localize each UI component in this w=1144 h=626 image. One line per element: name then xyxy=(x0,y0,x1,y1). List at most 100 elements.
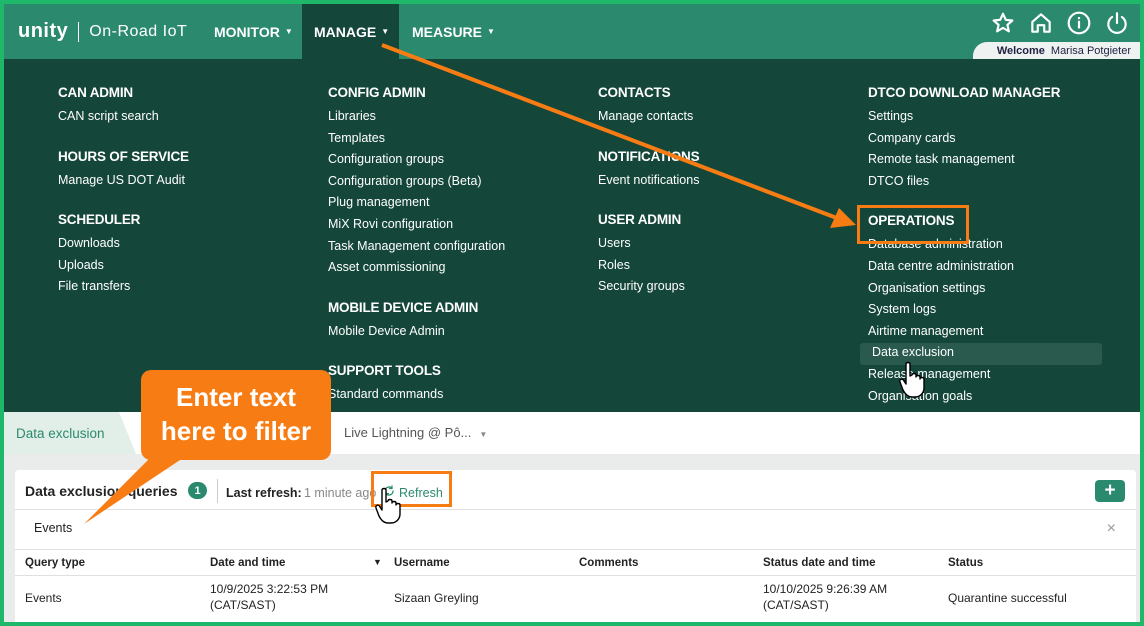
menu-link-settings[interactable]: Settings xyxy=(868,107,1102,129)
menu-link-configuration-groups-beta[interactable]: Configuration groups (Beta) xyxy=(328,172,505,194)
top-bar: unity On-Road IoT MONITOR ▼ MANAGE ▼ MEASU… xyxy=(4,4,1140,59)
user-name[interactable]: Marisa Potgieter xyxy=(1051,45,1131,57)
star-icon[interactable] xyxy=(990,10,1016,36)
menu-link-file-transfers[interactable]: File transfers xyxy=(58,277,189,299)
menu-group-title: DTCO DOWNLOAD MANAGER xyxy=(868,85,1061,100)
menu-group-title: CONFIG ADMIN xyxy=(328,85,426,100)
nav-manage[interactable]: MANAGE ▼ xyxy=(302,4,399,59)
menu-group-title: SUPPORT TOOLS xyxy=(328,363,441,379)
menu-link-release-management[interactable]: Release management xyxy=(868,365,1102,387)
menu-group-title: HOURS OF SERVICE xyxy=(58,148,189,164)
menu-link-configuration-groups[interactable]: Configuration groups xyxy=(328,150,505,172)
organisation-select[interactable]: Live Lightning @ Pô... ▼ xyxy=(344,425,487,440)
menu-link-system-logs[interactable]: System logs xyxy=(868,300,1102,322)
nav-measure[interactable]: MEASURE ▼ xyxy=(400,4,507,59)
menu-group-scheduler: SCHEDULER Downloads Uploads File transfe… xyxy=(58,212,189,299)
menu-link-remote-task-management[interactable]: Remote task management xyxy=(868,150,1102,172)
menu-group-title: SCHEDULER xyxy=(58,212,141,228)
menu-group-title: MOBILE DEVICE ADMIN xyxy=(328,299,479,315)
nav-monitor[interactable]: MONITOR ▼ xyxy=(202,4,305,59)
callout-line-2: here to filter xyxy=(160,416,312,446)
app-logo[interactable]: unity On-Road IoT xyxy=(18,20,187,43)
sort-desc-icon[interactable]: ▼ xyxy=(373,557,382,567)
last-refresh-label: Last refresh: xyxy=(226,486,302,500)
nav-measure-label: MEASURE xyxy=(412,23,483,40)
menu-link-security-groups[interactable]: Security groups xyxy=(598,277,699,299)
power-icon[interactable] xyxy=(1104,10,1130,36)
cell-date-line: 10/9/2025 3:22:53 PM xyxy=(210,582,329,596)
menu-group-notifications: NOTIFICATIONS Event notifications xyxy=(598,148,700,193)
menu-link-users[interactable]: Users xyxy=(598,234,699,256)
product-name: On-Road IoT xyxy=(89,22,188,40)
add-button[interactable]: + xyxy=(1095,480,1125,502)
home-icon[interactable] xyxy=(1028,10,1054,36)
menu-link-libraries[interactable]: Libraries xyxy=(328,107,505,129)
menu-group-title: NOTIFICATIONS xyxy=(598,148,700,164)
nav-monitor-label: MONITOR xyxy=(214,23,280,40)
menu-link-mix-rovi-configuration[interactable]: MiX Rovi configuration xyxy=(328,215,505,237)
column-header-status-date-and-time[interactable]: Status date and time xyxy=(763,557,875,569)
menu-group-config-admin: CONFIG ADMIN Libraries Templates Configu… xyxy=(328,85,505,280)
cell-date-and-time: 10/9/2025 3:22:53 PM (CAT/SAST) xyxy=(210,581,328,613)
menu-column-3: CONTACTS Manage contacts NOTIFICATIONS E… xyxy=(598,85,700,319)
column-header-label: Date and time xyxy=(210,557,286,569)
menu-link-task-management-configuration[interactable]: Task Management configuration xyxy=(328,237,505,259)
menu-link-data-exclusion[interactable]: Data exclusion xyxy=(860,343,1102,365)
menu-link-data-centre-administration[interactable]: Data centre administration xyxy=(868,257,1102,279)
manage-mega-menu: CAN ADMIN CAN script search HOURS OF SER… xyxy=(4,59,1140,412)
menu-link-can-script-search[interactable]: CAN script search xyxy=(58,107,189,129)
menu-link-templates[interactable]: Templates xyxy=(328,129,505,151)
menu-link-manage-us-dot-audit[interactable]: Manage US DOT Audit xyxy=(58,171,189,193)
cell-status-date-timezone: (CAT/SAST) xyxy=(763,598,829,612)
cell-status-date-and-time: 10/10/2025 9:26:39 AM (CAT/SAST) xyxy=(763,581,887,613)
menu-link-company-cards[interactable]: Company cards xyxy=(868,129,1102,151)
menu-group-title: CAN ADMIN xyxy=(58,85,133,100)
clear-filter-icon[interactable]: × xyxy=(1107,520,1116,538)
column-header-status[interactable]: Status xyxy=(948,557,983,569)
menu-link-dtco-files[interactable]: DTCO files xyxy=(868,172,1102,194)
chevron-down-icon: ▼ xyxy=(381,27,390,36)
organisation-select-value: Live Lightning @ Pô... xyxy=(344,425,472,440)
menu-group-support-tools: SUPPORT TOOLS Standard commands xyxy=(328,363,505,407)
menu-column-4: DTCO DOWNLOAD MANAGER Settings Company c… xyxy=(860,85,1102,428)
menu-link-event-notifications[interactable]: Event notifications xyxy=(598,171,699,193)
column-header-username[interactable]: Username xyxy=(394,557,450,569)
menu-link-uploads[interactable]: Uploads xyxy=(58,256,189,278)
menu-link-downloads[interactable]: Downloads xyxy=(58,234,189,256)
menu-group-user-admin: USER ADMIN Users Roles Security groups xyxy=(598,212,699,299)
top-icon-bar xyxy=(990,10,1130,36)
filter-callout: Enter text here to filter xyxy=(141,370,331,460)
menu-link-standard-commands[interactable]: Standard commands xyxy=(328,385,505,407)
menu-group-mobile-device-admin: MOBILE DEVICE ADMIN Mobile Device Admin xyxy=(328,300,505,344)
menu-link-asset-commissioning[interactable]: Asset commissioning xyxy=(328,258,505,280)
menu-link-airtime-management[interactable]: Airtime management xyxy=(868,322,1102,344)
card-header: Data exclusion queries 1 Last refresh: 1… xyxy=(15,470,1136,510)
menu-link-organisation-goals[interactable]: Organisation goals xyxy=(868,387,1102,409)
column-header-query-type[interactable]: Query type xyxy=(25,557,85,569)
cell-date-timezone: (CAT/SAST) xyxy=(210,598,276,612)
cell-status: Quarantine successful xyxy=(948,591,1067,605)
callout-line-1: Enter text xyxy=(176,382,296,412)
menu-group-can-admin: CAN ADMIN CAN script search xyxy=(58,85,189,129)
menu-link-manage-contacts[interactable]: Manage contacts xyxy=(598,107,699,129)
logo-divider xyxy=(78,21,80,42)
count-badge: 1 xyxy=(188,482,207,499)
refresh-highlight-box xyxy=(371,471,452,507)
cell-status-date-line: 10/10/2025 9:26:39 AM xyxy=(763,582,888,596)
column-header-comments[interactable]: Comments xyxy=(579,557,638,569)
menu-group-contacts: CONTACTS Manage contacts xyxy=(598,85,699,129)
table-header: Query type Date and time ▼ Username Comm… xyxy=(15,550,1136,576)
menu-link-plug-management[interactable]: Plug management xyxy=(328,193,505,215)
chevron-down-icon: ▼ xyxy=(479,430,488,439)
filter-input[interactable] xyxy=(34,521,734,535)
operations-highlight-box xyxy=(857,205,969,244)
menu-link-roles[interactable]: Roles xyxy=(598,256,699,278)
tab-data-exclusion[interactable]: Data exclusion xyxy=(4,412,136,454)
menu-link-organisation-settings[interactable]: Organisation settings xyxy=(868,279,1102,301)
menu-group-dtco: DTCO DOWNLOAD MANAGER Settings Company c… xyxy=(868,85,1102,193)
info-icon[interactable] xyxy=(1066,10,1092,36)
menu-link-mobile-device-admin[interactable]: Mobile Device Admin xyxy=(328,322,505,344)
table-row[interactable]: Events 10/9/2025 3:22:53 PM (CAT/SAST) S… xyxy=(15,576,1136,618)
column-header-date-and-time[interactable]: Date and time xyxy=(210,557,285,569)
menu-column-2: CONFIG ADMIN Libraries Templates Configu… xyxy=(328,85,505,427)
